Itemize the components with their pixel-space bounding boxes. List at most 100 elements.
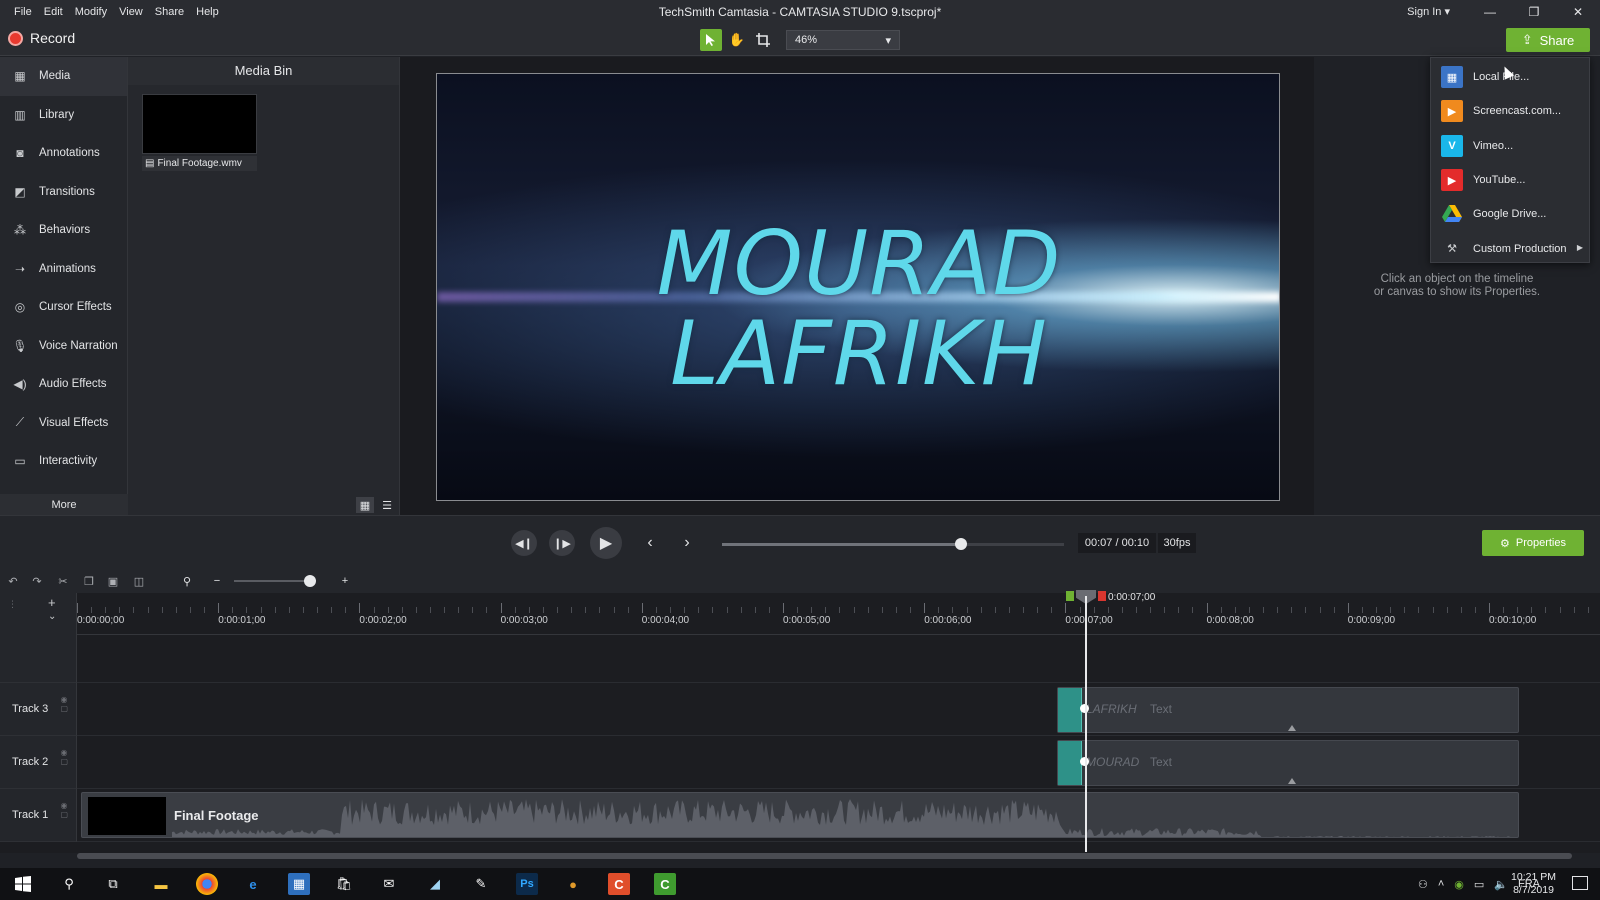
tray-app-icon[interactable]: ◉ bbox=[1454, 878, 1464, 891]
pan-tool-icon[interactable]: ✋ bbox=[726, 29, 748, 51]
search-icon[interactable]: ⚲ bbox=[178, 572, 196, 590]
track-visibility-icon[interactable]: ◉ ▢ bbox=[60, 801, 68, 819]
chevron-up-icon[interactable]: ˄ bbox=[1438, 878, 1444, 890]
search-icon[interactable]: ⚲ bbox=[58, 873, 80, 895]
crop-tool-icon[interactable] bbox=[752, 29, 774, 51]
next-marker-icon[interactable]: › bbox=[677, 530, 697, 556]
clip-expand-icon[interactable] bbox=[1288, 725, 1296, 731]
share-item-youtube[interactable]: ▶ YouTube... bbox=[1431, 163, 1589, 197]
properties-button[interactable]: ⚙ Properties bbox=[1482, 530, 1584, 556]
timeline-zoom-slider[interactable] bbox=[234, 575, 316, 587]
cut-icon[interactable]: ✂ bbox=[54, 572, 72, 590]
camtasia-editor-icon[interactable]: C bbox=[654, 873, 676, 895]
add-track-icon[interactable]: + bbox=[48, 595, 56, 610]
share-item-google-drive[interactable]: Google Drive... bbox=[1431, 197, 1589, 231]
sidebar-item-media[interactable]: ▦ Media bbox=[0, 57, 127, 96]
split-icon[interactable]: ◫ bbox=[130, 572, 148, 590]
maximize-button[interactable]: ❐ bbox=[1512, 0, 1556, 24]
sidebar-item-animations[interactable]: ➝ Animations bbox=[0, 250, 127, 289]
zoom-select[interactable]: 46% ▾ bbox=[786, 30, 900, 50]
track-header-1[interactable]: Track 1 ◉ ▢ bbox=[0, 789, 77, 842]
notepad-icon[interactable]: ◢ bbox=[424, 873, 446, 895]
sidebar-item-audio-effects[interactable]: ◀) Audio Effects bbox=[0, 365, 127, 404]
clip-expand-icon[interactable] bbox=[1288, 778, 1296, 784]
track-header-3[interactable]: Track 3 ◉ ▢ bbox=[0, 683, 77, 736]
copy-icon[interactable]: ❐ bbox=[80, 572, 98, 590]
paste-icon[interactable]: ▣ bbox=[104, 572, 122, 590]
grid-view-icon[interactable]: ▦ bbox=[356, 497, 374, 513]
menu-share[interactable]: Share bbox=[149, 0, 190, 24]
people-icon[interactable]: ⚇ bbox=[1418, 878, 1428, 891]
volume-icon[interactable]: 🔈 bbox=[1494, 878, 1508, 891]
list-view-icon[interactable]: ☰ bbox=[378, 497, 396, 513]
undo-icon[interactable]: ↶ bbox=[4, 572, 22, 590]
sidebar-item-interactivity[interactable]: ▭ Interactivity bbox=[0, 442, 127, 481]
camtasia-recorder-icon[interactable]: C bbox=[608, 873, 630, 895]
track-visibility-icon[interactable]: ◉ ▢ bbox=[60, 695, 68, 713]
step-forward-icon[interactable]: ❙▶ bbox=[549, 530, 575, 556]
taskbar-clock[interactable]: 10:21 PM 8/7/2019 bbox=[1511, 871, 1556, 897]
share-item-vimeo[interactable]: V Vimeo... bbox=[1431, 129, 1589, 163]
photoshop-icon[interactable]: Ps bbox=[516, 873, 538, 895]
windows-start-icon[interactable] bbox=[12, 873, 34, 895]
clip-animation-marker[interactable] bbox=[1058, 741, 1082, 785]
paint-icon[interactable]: ✎ bbox=[470, 873, 492, 895]
menu-help[interactable]: Help bbox=[190, 0, 225, 24]
clip-animation-marker[interactable] bbox=[1058, 688, 1082, 732]
notification-icon[interactable] bbox=[1572, 876, 1588, 890]
zoom-in-icon[interactable]: + bbox=[336, 572, 354, 590]
playhead-out-marker[interactable] bbox=[1098, 591, 1106, 601]
canvas-title-line2[interactable]: LAFRIKH bbox=[437, 302, 1279, 405]
playhead-in-marker[interactable] bbox=[1066, 591, 1074, 601]
previous-marker-icon[interactable]: ‹ bbox=[640, 530, 660, 556]
share-item-screencast[interactable]: ▶ Screencast.com... bbox=[1431, 94, 1589, 128]
app-icon-2[interactable]: ● bbox=[562, 873, 584, 895]
menu-view[interactable]: View bbox=[113, 0, 149, 24]
sidebar-item-voice-narration[interactable]: 🎙 Voice Narration bbox=[0, 327, 127, 366]
timeline-ruler[interactable]: 0:00:00;00 0:00:01;00 0:00:02;00 0:00:03;00… bbox=[77, 593, 1600, 635]
redo-icon[interactable]: ↷ bbox=[28, 572, 46, 590]
share-item-custom-production[interactable]: ⚒ Custom Production ▶ bbox=[1431, 231, 1589, 265]
text-clip-mourad[interactable]: MOURAD Text bbox=[1057, 740, 1519, 786]
sidebar-item-library[interactable]: ▥ Library bbox=[0, 96, 127, 135]
sidebar-item-cursor-effects[interactable]: ◎ Cursor Effects bbox=[0, 288, 127, 327]
canvas-title-line1[interactable]: MOURAD bbox=[437, 212, 1279, 315]
sidebar-item-behaviors[interactable]: ⁂ Behaviors bbox=[0, 211, 127, 250]
network-icon[interactable]: ▭ bbox=[1474, 878, 1484, 891]
text-clip-lafrikh[interactable]: LAFRIKH Text bbox=[1057, 687, 1519, 733]
mail-icon[interactable]: ✉ bbox=[378, 873, 400, 895]
collapse-tracks-icon[interactable]: ⌄ bbox=[48, 611, 56, 622]
timeline-horizontal-scrollbar[interactable] bbox=[77, 853, 1572, 859]
record-button[interactable]: Record bbox=[8, 30, 75, 46]
menu-modify[interactable]: Modify bbox=[69, 0, 113, 24]
canvas-preview[interactable]: MOURAD LAFRIKH bbox=[436, 73, 1280, 501]
video-clip-final-footage[interactable]: Final Footage bbox=[81, 792, 1519, 838]
file-explorer-icon[interactable]: ▬ bbox=[150, 873, 172, 895]
track-visibility-icon[interactable]: ◉ ▢ bbox=[60, 748, 68, 766]
media-thumbnail[interactable] bbox=[142, 94, 257, 154]
scrubber-handle[interactable] bbox=[955, 538, 968, 550]
menu-file[interactable]: File bbox=[8, 0, 38, 24]
app-icon[interactable]: ▦ bbox=[288, 873, 310, 895]
sidebar-item-transitions[interactable]: ◩ Transitions bbox=[0, 173, 127, 212]
more-button[interactable]: More bbox=[0, 494, 128, 516]
zoom-slider-handle[interactable] bbox=[304, 575, 316, 587]
zoom-out-icon[interactable]: − bbox=[208, 572, 226, 590]
select-tool-icon[interactable] bbox=[700, 29, 722, 51]
task-view-icon[interactable]: ⧉ bbox=[102, 873, 124, 895]
close-button[interactable]: ✕ bbox=[1556, 0, 1600, 24]
share-button[interactable]: ⇪ Share bbox=[1506, 28, 1590, 52]
sidebar-item-visual-effects[interactable]: ⟋ Visual Effects bbox=[0, 404, 127, 443]
sidebar-item-annotations[interactable]: ◙ Annotations bbox=[0, 134, 127, 173]
chrome-icon[interactable] bbox=[196, 873, 218, 895]
playback-scrubber[interactable] bbox=[722, 538, 1064, 550]
sign-in-button[interactable]: Sign In ▾ bbox=[1407, 0, 1450, 24]
step-back-icon[interactable]: ◀❙ bbox=[511, 530, 537, 556]
menu-edit[interactable]: Edit bbox=[38, 0, 69, 24]
play-icon[interactable]: ▶ bbox=[590, 527, 622, 559]
minimize-button[interactable]: — bbox=[1468, 0, 1512, 24]
edge-icon[interactable]: e bbox=[242, 873, 264, 895]
magnet-icon[interactable]: ⋮ bbox=[8, 599, 17, 610]
track-header-2[interactable]: Track 2 ◉ ▢ bbox=[0, 736, 77, 789]
store-icon[interactable]: 🛍 bbox=[333, 873, 355, 895]
